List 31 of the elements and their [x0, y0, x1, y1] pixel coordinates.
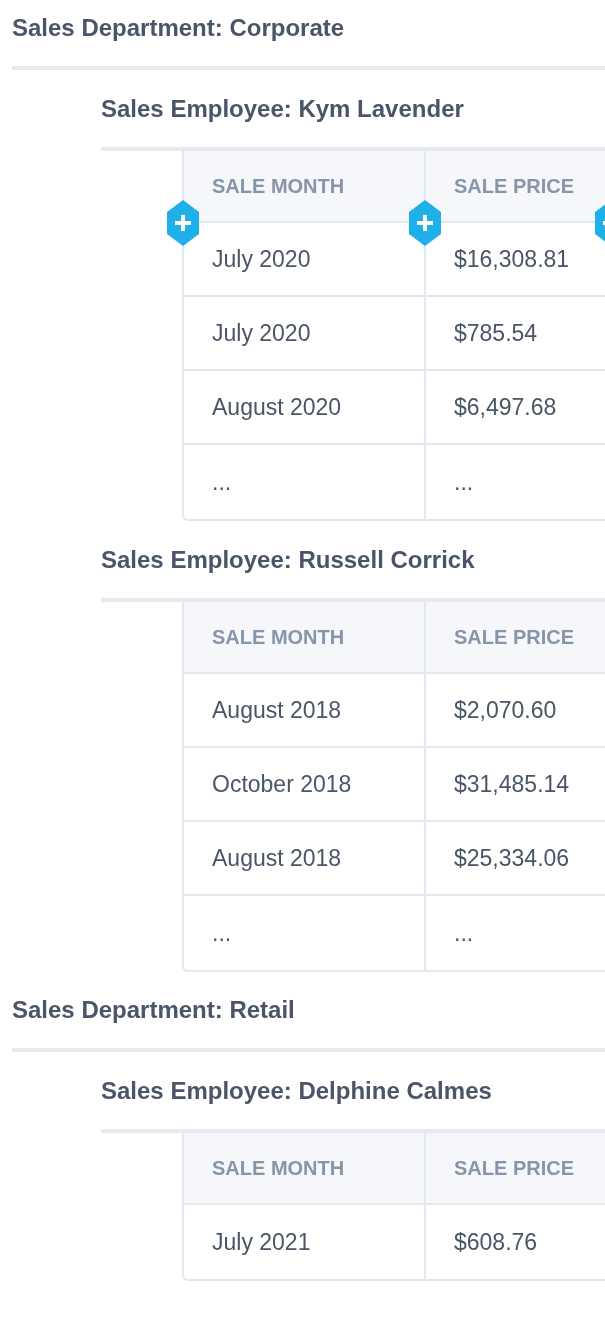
table-cell-text: August 2018 — [212, 695, 342, 725]
table-cell-text: ... — [454, 918, 474, 948]
add-column-icon[interactable] — [167, 200, 199, 246]
table-cell-text: October 2018 — [212, 769, 352, 799]
table-cell-text: $25,334.06 — [454, 843, 570, 873]
table-cell-text: July 2020 — [212, 244, 311, 274]
department-title: Sales Department: Corporate — [12, 13, 346, 43]
table-cell-text: August 2018 — [212, 843, 342, 873]
column-header: SALE MONTH — [212, 1156, 345, 1181]
employee-title: Sales Employee: Russell Corrick — [101, 545, 476, 575]
column-header: SALE PRICE — [454, 1156, 575, 1181]
table-cell-text: July 2021 — [212, 1227, 311, 1257]
table-cell-text: July 2020 — [212, 318, 311, 348]
column-header: SALE PRICE — [454, 174, 575, 199]
column-header: SALE MONTH — [212, 625, 345, 650]
employee-title: Sales Employee: Delphine Calmes — [101, 1076, 493, 1106]
table-cell-text: $608.76 — [454, 1227, 538, 1257]
table-cell-text: ... — [454, 467, 474, 497]
table-cell-text: August 2020 — [212, 392, 342, 422]
table-cell-text: ... — [212, 918, 232, 948]
department-title: Sales Department: Retail — [12, 995, 296, 1025]
table-cell-text: $2,070.60 — [454, 695, 557, 725]
column-header: SALE PRICE — [454, 625, 575, 650]
employee-title: Sales Employee: Kym Lavender — [101, 94, 465, 124]
add-column-icon[interactable] — [409, 200, 441, 246]
table-cell-text: $6,497.68 — [454, 392, 557, 422]
column-header: SALE MONTH — [212, 174, 345, 199]
table-cell-text: $16,308.81 — [454, 244, 570, 274]
table-cell-text: $31,485.14 — [454, 769, 570, 799]
table-cell-text: ... — [212, 467, 232, 497]
table-cell-text: $785.54 — [454, 318, 538, 348]
